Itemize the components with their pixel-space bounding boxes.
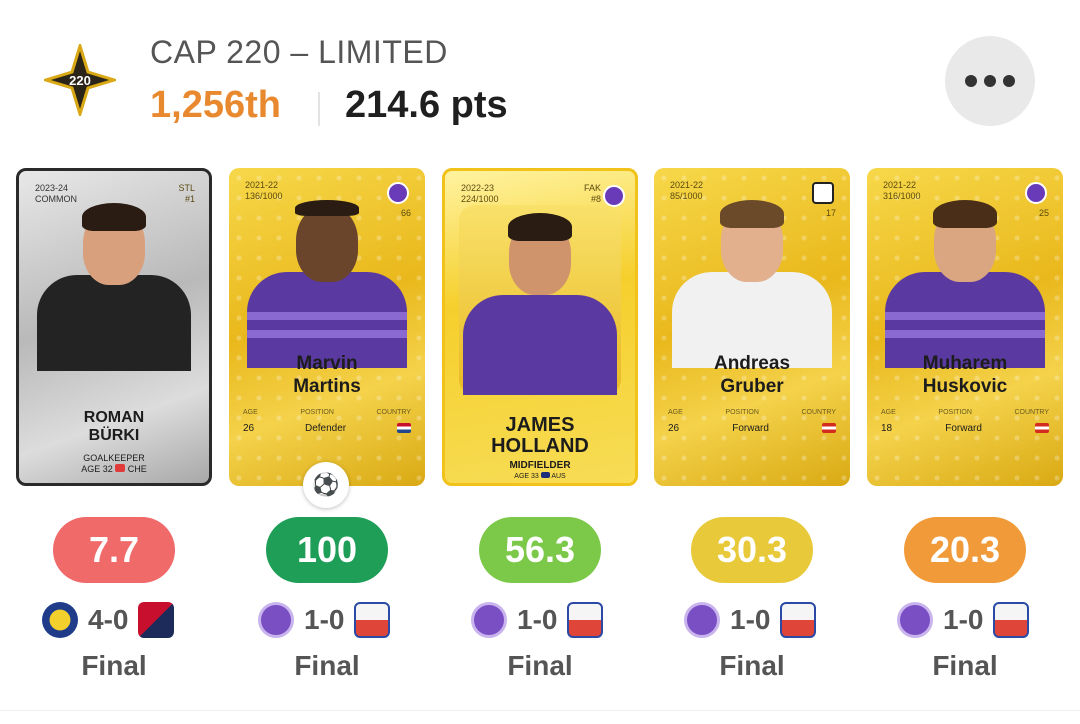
player-country: AUS <box>551 473 566 480</box>
player-card-huskovic[interactable]: 2021-22 316/1000 25 Muharem Huskovic AGE P… <box>867 168 1063 486</box>
player-first-name: Andreas <box>713 353 791 374</box>
header-divider <box>318 92 320 126</box>
austria-flag-icon <box>822 423 836 433</box>
austria-wien-crest-icon <box>471 602 507 638</box>
svg-text:220: 220 <box>69 73 91 88</box>
player-photo <box>247 198 407 368</box>
austria-flag-icon <box>1035 423 1049 433</box>
player-age: AGE 32 <box>81 464 113 474</box>
player-score-huskovic: 20.3 <box>904 517 1026 583</box>
match-status-gruber: Final <box>719 650 785 681</box>
borac-banja-luka-crest-icon <box>354 602 391 638</box>
player-score-holland: 56.3 <box>479 517 601 583</box>
player-last-name: HOLLAND <box>491 435 589 457</box>
player-score-burki: 7.7 <box>53 517 175 583</box>
st-louis-city-crest-icon <box>138 602 175 638</box>
player-photo <box>463 211 617 395</box>
contest-title: CAP 220 – LIMITED <box>150 34 448 70</box>
player-last-name: BÜRKI <box>88 427 140 444</box>
austria-wien-crest-icon <box>897 602 933 638</box>
match-result-martins[interactable]: 1-0 <box>258 598 391 642</box>
borac-banja-luka-crest-icon <box>993 602 1030 638</box>
football-badge-icon: ⚽ <box>303 462 349 508</box>
player-photo <box>885 198 1045 368</box>
player-position: GOALKEEPER <box>83 453 145 463</box>
borac-banja-luka-crest-icon <box>567 602 604 638</box>
player-position: MIDFIELDER <box>509 460 571 471</box>
austria-wien-crest-icon <box>684 602 720 638</box>
match-status-holland: Final <box>507 650 573 681</box>
club-america-crest-icon <box>42 602 78 638</box>
contest-star-logo: 220 <box>44 44 116 116</box>
bottom-divider <box>0 710 1080 711</box>
player-age: 26 <box>243 423 255 434</box>
player-photo <box>672 198 832 368</box>
more-options-button[interactable] <box>945 36 1035 126</box>
player-card-burki[interactable]: 2023-24 COMMON STL #1 ROMAN BÜRKI GOALKEEP… <box>16 168 212 486</box>
player-last-name: Gruber <box>720 376 784 397</box>
player-card-martins[interactable]: 2021-22 136/1000 66 Marvin Martins AGE POS… <box>229 168 425 486</box>
austria-wien-crest-icon <box>258 602 294 638</box>
contest-header: 220 CAP 220 – LIMITED 1,256th 214.6 pts <box>0 0 1080 160</box>
player-last-name: Huskovic <box>922 376 1008 397</box>
player-first-name: Muharem <box>922 353 1008 374</box>
contest-points: 214.6 pts <box>345 84 508 126</box>
player-position: Defender <box>304 423 347 434</box>
player-age: 18 <box>881 423 893 434</box>
player-age: 26 <box>668 423 680 434</box>
player-score-martins: 100 <box>266 517 388 583</box>
player-last-name: Martins <box>293 376 361 397</box>
player-card-gruber[interactable]: 2021-22 85/1000 17 Andreas Gruber AGE POSI… <box>654 168 850 486</box>
match-status-huskovic: Final <box>932 650 998 681</box>
match-result-huskovic[interactable]: 1-0 <box>897 598 1030 642</box>
player-country: CHE <box>127 464 147 474</box>
player-age: AGE 33 <box>514 473 539 480</box>
borac-banja-luka-crest-icon <box>780 602 817 638</box>
player-photo <box>37 201 191 371</box>
match-result-gruber[interactable]: 1-0 <box>684 598 817 642</box>
match-status-martins: Final <box>294 650 360 681</box>
player-first-name: ROMAN <box>83 409 145 426</box>
player-score-gruber: 30.3 <box>691 517 813 583</box>
australia-flag-icon <box>540 472 550 478</box>
player-first-name: JAMES <box>505 414 575 436</box>
match-result-holland[interactable]: 1-0 <box>471 598 604 642</box>
player-position: Forward <box>732 423 769 434</box>
player-position: Forward <box>945 423 982 434</box>
ellipsis-icon <box>965 75 977 87</box>
contest-rank: 1,256th <box>150 84 281 126</box>
swiss-flag-icon <box>115 464 126 472</box>
match-result-burki[interactable]: 4-0 <box>42 598 175 642</box>
netherlands-flag-icon <box>396 423 411 433</box>
player-card-holland[interactable]: 2022-23 224/1000 FAK #8 JAMES HOLLAND MIDF… <box>442 168 638 486</box>
austria-wien-crest-icon <box>603 185 625 207</box>
match-status-burki: Final <box>81 650 147 681</box>
player-first-name: Marvin <box>296 353 358 374</box>
